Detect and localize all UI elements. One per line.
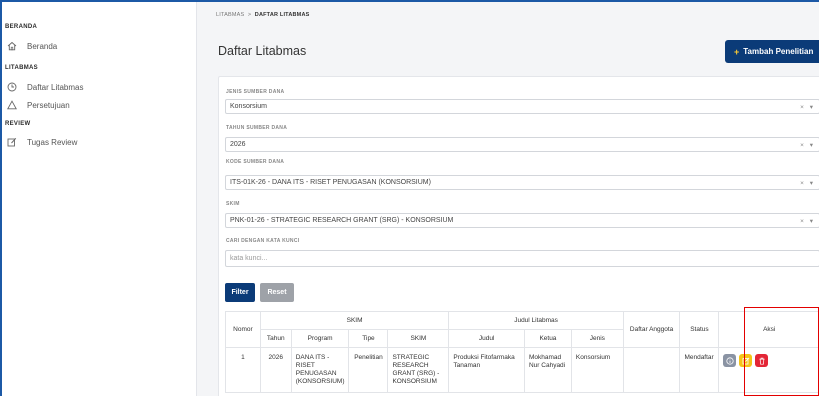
cell-aksi — [718, 347, 819, 393]
trash-icon — [759, 357, 765, 365]
breadcrumb: LITABMAS > DAFTAR LITABMAS — [216, 12, 310, 18]
filter-card: JENIS SUMBER DANA Konsorsium × ▾ TAHUN S… — [218, 76, 819, 396]
add-research-button[interactable]: + Tambah Penelitian — [725, 40, 819, 63]
col-header-nomor: Nomor — [225, 311, 261, 348]
page-title: Daftar Litabmas — [218, 44, 307, 58]
clock-icon — [6, 81, 18, 93]
sidebar-item-label: Daftar Litabmas — [27, 82, 84, 92]
section-title-beranda: BERANDA — [5, 24, 38, 30]
col-header-program: Program — [290, 329, 350, 348]
select-tahun-sumber-dana[interactable]: 2026 × ▾ — [225, 137, 819, 152]
label-search: CARI DENGAN KATA KUNCI — [226, 238, 300, 244]
clear-icon[interactable]: × — [800, 142, 806, 149]
info-icon — [726, 356, 734, 365]
table-row: 1 2026 DANA ITS - RISET PENUGASAN (KONSO… — [225, 347, 819, 393]
sidebar-item-label: Persetujuan — [27, 100, 70, 110]
cell-status: Mendaftar — [679, 347, 720, 393]
sidebar-item-beranda[interactable]: Beranda — [6, 40, 57, 52]
cell-tipe: Penelitian — [348, 347, 389, 393]
label-kode-sumber-dana: KODE SUMBER DANA — [226, 159, 285, 165]
chevron-down-icon[interactable]: ▾ — [810, 104, 815, 111]
cell-tahun: 2026 — [259, 347, 292, 393]
delete-button[interactable] — [755, 354, 769, 367]
select-value: 2026 — [230, 141, 246, 148]
triangle-icon — [6, 99, 18, 111]
breadcrumb-separator: > — [247, 12, 252, 18]
edit-icon — [742, 357, 750, 364]
col-header-jenis: Jenis — [570, 329, 624, 348]
sidebar-item-tugas-review[interactable]: Tugas Review — [6, 136, 77, 148]
breadcrumb-parent[interactable]: LITABMAS — [216, 12, 244, 18]
cell-jenis: Konsorsium — [570, 347, 624, 393]
select-jenis-sumber-dana[interactable]: Konsorsium × ▾ — [225, 99, 819, 114]
cell-ketua: Mokhamad Nur Cahyadi — [523, 347, 572, 393]
cell-skim: STRATEGIC RESEARCH GRANT (SRG) - KONSORS… — [387, 347, 450, 393]
col-header-tahun: Tahun — [259, 329, 292, 348]
add-research-label: Tambah Penelitian — [743, 47, 814, 56]
col-header-ketua: Ketua — [523, 329, 572, 348]
search-input[interactable]: kata kunci... — [225, 250, 819, 267]
clear-icon[interactable]: × — [800, 218, 806, 225]
chevron-down-icon[interactable]: ▾ — [810, 218, 815, 225]
select-skim[interactable]: PNK-01-26 - STRATEGIC RESEARCH GRANT (SR… — [225, 213, 819, 228]
search-placeholder: kata kunci... — [230, 255, 268, 262]
col-header-judul-group: Judul Litabmas — [448, 311, 624, 330]
sidebar: BERANDA Beranda LITABMAS Daftar Litabmas… — [2, 2, 197, 396]
litabmas-table: Nomor SKIM Judul Litabmas Daftar Anggota… — [225, 311, 819, 393]
col-header-skim: SKIM — [387, 329, 450, 348]
col-header-tipe: Tipe — [348, 329, 389, 348]
select-controls: × ▾ — [800, 179, 815, 187]
table-header-row: Nomor SKIM Judul Litabmas Daftar Anggota… — [225, 311, 819, 348]
select-controls: × ▾ — [800, 141, 815, 149]
cell-judul: Produksi Fitofarmaka Tanaman — [448, 347, 525, 393]
select-kode-sumber-dana[interactable]: ITS-01K-26 - DANA ITS - RISET PENUGASAN … — [225, 175, 819, 190]
clear-icon[interactable]: × — [800, 180, 806, 187]
breadcrumb-current: DAFTAR LITABMAS — [254, 12, 310, 18]
col-header-skim-group: SKIM — [259, 311, 450, 330]
chevron-down-icon[interactable]: ▾ — [810, 142, 815, 149]
home-icon — [6, 40, 18, 52]
filter-button[interactable]: Filter — [225, 283, 255, 302]
sidebar-item-persetujuan[interactable]: Persetujuan — [6, 99, 70, 111]
plus-icon: + — [734, 46, 740, 57]
info-button[interactable] — [723, 354, 737, 367]
action-buttons — [723, 354, 815, 367]
clear-icon[interactable]: × — [800, 104, 806, 111]
section-title-litabmas: LITABMAS — [5, 65, 38, 71]
chevron-down-icon[interactable]: ▾ — [810, 180, 815, 187]
cell-program: DANA ITS - RISET PENUGASAN (KONSORSIUM) — [290, 347, 350, 393]
select-value: PNK-01-26 - STRATEGIC RESEARCH GRANT (SR… — [230, 217, 454, 224]
col-header-judul: Judul — [448, 329, 525, 348]
select-value: Konsorsium — [230, 103, 267, 110]
sidebar-item-label: Tugas Review — [27, 137, 78, 147]
reset-button[interactable]: Reset — [260, 283, 294, 302]
label-tahun-sumber-dana: TAHUN SUMBER DANA — [226, 125, 288, 131]
select-value: ITS-01K-26 - DANA ITS - RISET PENUGASAN … — [230, 179, 431, 186]
sidebar-item-label: Beranda — [27, 41, 58, 51]
edit-icon — [6, 136, 18, 148]
section-title-review: REVIEW — [5, 121, 31, 127]
cell-anggota — [622, 347, 681, 393]
cell-nomor: 1 — [225, 347, 261, 393]
main-content: LITABMAS > DAFTAR LITABMAS Daftar Litabm… — [198, 2, 819, 396]
edit-button[interactable] — [739, 354, 753, 367]
col-header-status: Status — [679, 311, 720, 348]
select-controls: × ▾ — [800, 103, 815, 111]
col-header-aksi: Aksi — [718, 311, 819, 348]
label-skim: SKIM — [226, 201, 240, 207]
col-header-daftar-anggota: Daftar Anggota — [622, 311, 681, 348]
label-jenis-sumber-dana: JENIS SUMBER DANA — [226, 89, 285, 95]
select-controls: × ▾ — [800, 217, 815, 225]
sidebar-item-daftar-litabmas[interactable]: Daftar Litabmas — [6, 81, 83, 93]
